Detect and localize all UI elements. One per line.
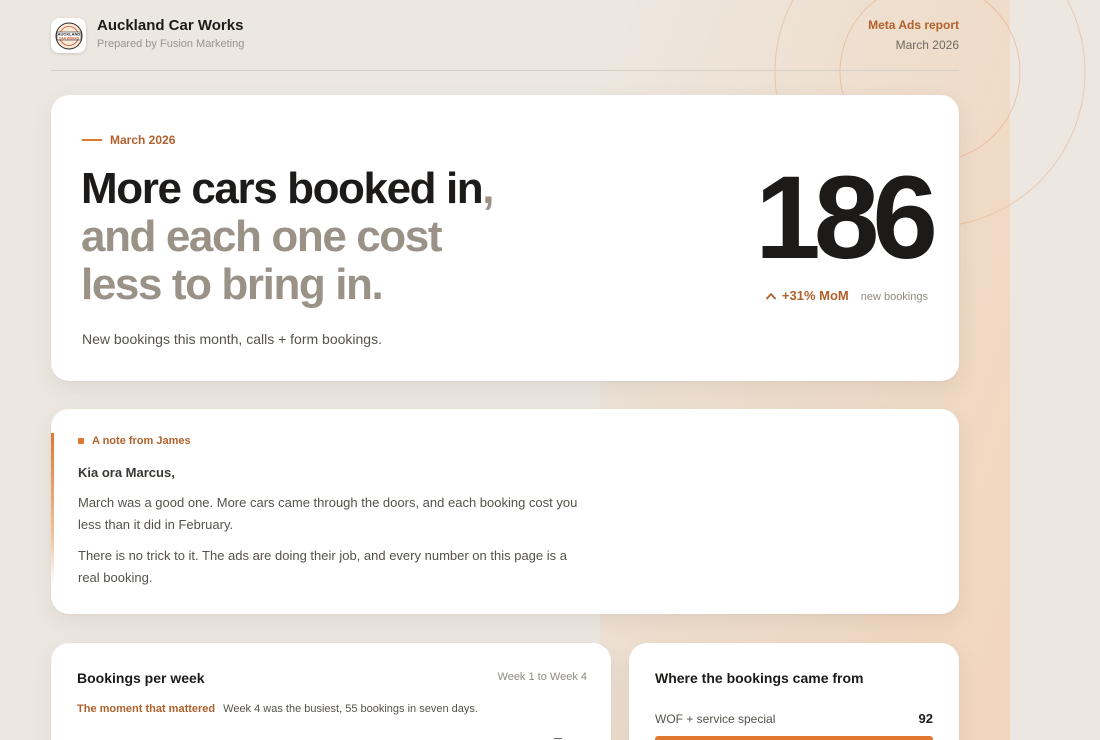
booking-sources-card: Where the bookings came from WOF + servi… (629, 643, 959, 740)
note-paragraph: There is no trick to it. The ads are doi… (78, 548, 567, 585)
background-edge (1010, 0, 1100, 740)
moment-text: Week 4 was the busiest, 55 bookings in s… (223, 703, 478, 715)
svg-text:CAR WORKS: CAR WORKS (58, 36, 78, 40)
report-date: March 2026 (895, 38, 959, 52)
hero-headline: More cars booked in, and each one cost l… (81, 165, 501, 309)
note-paragraph: March was a good one. More cars came thr… (78, 495, 578, 532)
note-eyebrow-text: A note from James (92, 435, 191, 447)
bookings-total: 186 (755, 152, 938, 284)
weekly-title: Bookings per week (77, 670, 205, 686)
report-label: Meta Ads report (868, 18, 959, 32)
note-eyebrow: A note from James (78, 435, 191, 447)
hero-subtitle: New bookings this month, calls + form bo… (82, 331, 382, 347)
weekly-range: Week 1 to Week 4 (497, 671, 587, 683)
weekly-bookings-card: Bookings per week Week 1 to Week 4 The m… (51, 643, 611, 740)
mom-value: +31% MoM (781, 288, 849, 303)
report-header: AUCKLAND CAR WORKS Auckland Car Works Pr… (51, 16, 959, 71)
hero-card: March 2026 More cars booked in, and each… (51, 95, 959, 381)
chevron-up-icon (765, 291, 776, 303)
source-value: 92 (918, 711, 933, 726)
brand-name: Auckland Car Works (97, 17, 244, 34)
sources-title: Where the bookings came from (655, 670, 864, 686)
square-bullet-icon (78, 438, 84, 444)
source-bar-fill (655, 736, 933, 740)
hero-eyebrow-text: March 2026 (110, 133, 176, 147)
moment-label: The moment that mattered (77, 703, 216, 715)
eyebrow-dash (82, 139, 102, 141)
mom-change: +31% MoM new bookings (765, 288, 928, 303)
source-bar (655, 736, 933, 740)
moment-callout: The moment that mattered Week 4 was the … (77, 703, 478, 715)
chart-marker (554, 738, 562, 739)
mom-label: new bookings (860, 291, 928, 303)
brand-subtitle: Prepared by Fusion Marketing (97, 38, 245, 50)
headline-strong: More cars booked in (81, 164, 484, 213)
note-card: A note from James Kia ora Marcus, March … (51, 409, 959, 614)
note-greeting: Kia ora Marcus, (78, 465, 175, 480)
source-label: WOF + service special (655, 712, 776, 726)
brand-logo: AUCKLAND CAR WORKS (51, 18, 86, 53)
hero-eyebrow: March 2026 (82, 133, 175, 147)
source-row: WOF + service special 92 (655, 711, 933, 726)
note-accent-bar (51, 433, 54, 583)
